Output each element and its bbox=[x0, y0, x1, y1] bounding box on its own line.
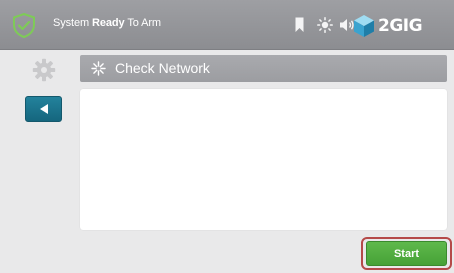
back-button[interactable] bbox=[25, 96, 62, 122]
back-arrow-icon bbox=[39, 104, 48, 114]
shield-check-icon[interactable] bbox=[12, 13, 36, 38]
gear-icon[interactable] bbox=[32, 58, 56, 82]
page-title: Check Network bbox=[115, 60, 210, 76]
status-suffix: To Arm bbox=[127, 17, 161, 29]
status-bar: System Ready To Arm 2GIG bbox=[0, 0, 454, 50]
brightness-icon[interactable] bbox=[316, 17, 334, 33]
bookmark-icon[interactable] bbox=[295, 17, 304, 33]
cube-icon bbox=[354, 15, 374, 37]
brand-logo: 2GIG bbox=[352, 14, 454, 38]
status-prefix: System bbox=[53, 17, 90, 29]
status-emphasis: Ready bbox=[92, 17, 125, 29]
start-button[interactable]: Start bbox=[366, 241, 447, 266]
snowflake-icon bbox=[91, 61, 106, 76]
system-status[interactable]: System Ready To Arm bbox=[53, 17, 161, 29]
brand-name: 2GIG bbox=[378, 16, 423, 36]
page-header: Check Network bbox=[80, 55, 447, 82]
content-panel bbox=[80, 89, 447, 230]
